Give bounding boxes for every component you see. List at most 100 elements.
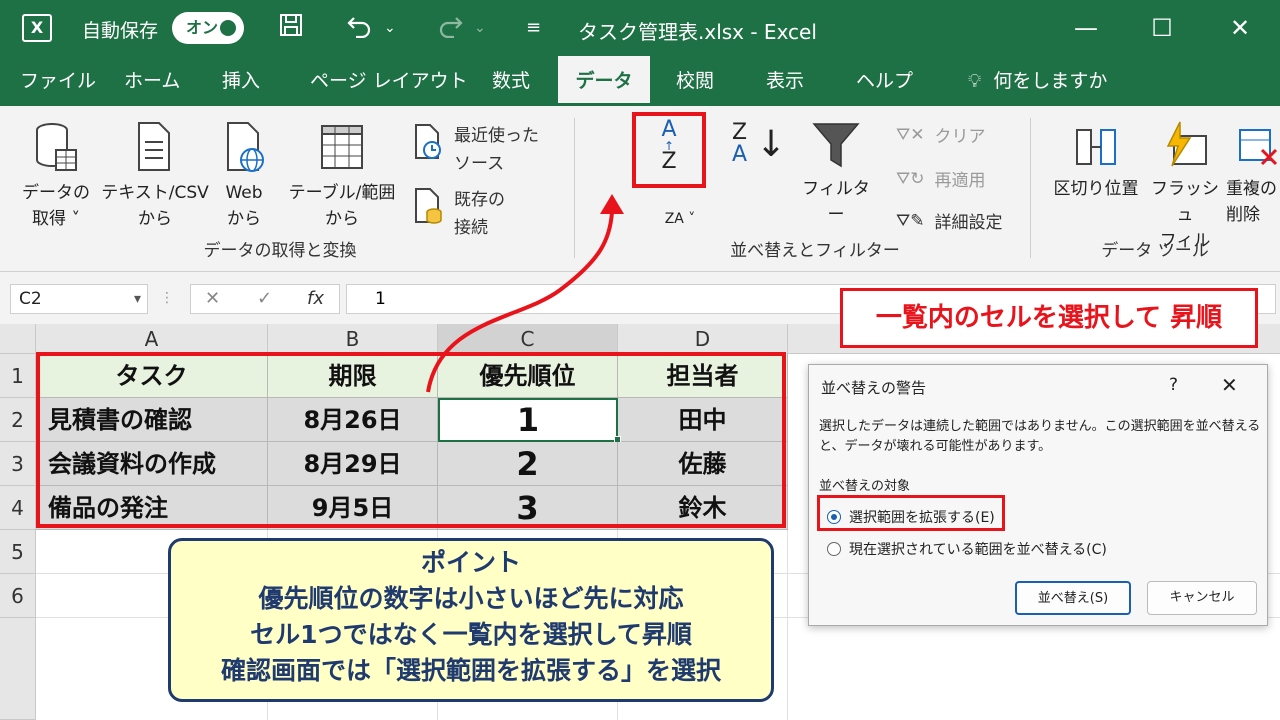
clear-filter-icon: ⛛✕ (896, 124, 925, 145)
group-separator (1030, 118, 1031, 258)
remove-duplicates-label-1: 重複の (1226, 179, 1277, 199)
row-header-5[interactable]: 5 (0, 530, 36, 574)
undo-icon[interactable] (346, 12, 374, 46)
document-title: タスク管理表.xlsx - Excel (578, 20, 817, 44)
filter-label: フィルター (802, 179, 870, 225)
tab-page-layout[interactable]: ページ レイアウト (310, 56, 468, 106)
insert-function-icon[interactable]: fx (307, 285, 324, 313)
tab-insert[interactable]: 挿入 (222, 56, 260, 106)
column-header-c[interactable]: C (438, 324, 618, 354)
ribbon-data: データの 取得 ˅ テキスト/CSV から Web から テーブル/範囲 から … (0, 106, 1280, 272)
dialog-cancel-button[interactable]: キャンセル (1147, 581, 1257, 615)
formula-buttons: ✕ ✓ fx (190, 284, 340, 314)
recent-sources-button[interactable]: 最近使った ソース (412, 122, 539, 178)
filter-funnel-icon (812, 123, 860, 168)
maximize-icon[interactable]: ☐ (1142, 10, 1182, 46)
get-data-label-1: データの (22, 183, 90, 203)
quick-access-more-icon[interactable]: ≡ (526, 12, 541, 44)
help-icon[interactable]: ? (1169, 375, 1178, 395)
group-label-get-transform: データの取得と変換 (203, 241, 357, 261)
tab-view[interactable]: 表示 (766, 56, 804, 106)
filter-button[interactable]: フィルター (798, 120, 874, 228)
advanced-filter-button[interactable]: ⛛✎ 詳細設定 (896, 208, 1003, 234)
redo-dropdown-icon[interactable]: ⌄ (474, 12, 486, 44)
get-data-button[interactable]: データの 取得 ˅ (22, 120, 90, 232)
sort-warning-dialog: 並べ替えの警告 ? ✕ 選択したデータは連続した範囲ではありません。この選択範囲… (808, 364, 1268, 626)
flash-fill-icon (1166, 121, 1207, 167)
autosave-toggle[interactable]: オン (172, 12, 244, 44)
web-globe-icon (227, 122, 264, 172)
existing-connections-icon (415, 188, 442, 224)
row-header-3[interactable]: 3 (0, 442, 36, 486)
highlight-sort-ascending (632, 112, 706, 188)
cancel-icon[interactable]: ✕ (205, 285, 220, 313)
minimize-icon[interactable]: — (1066, 10, 1106, 46)
tab-formulas[interactable]: 数式 (492, 56, 530, 106)
radio-unselected-icon (827, 542, 841, 556)
tab-review[interactable]: 校閲 (676, 56, 714, 106)
sort-button[interactable]: ZA ˅ (650, 206, 710, 232)
clear-filter-button[interactable]: ⛛✕ クリア (896, 122, 986, 148)
radio-current-selection[interactable]: 現在選択されている範囲を並べ替える(C) (827, 539, 1107, 559)
point-line-2: セル1つではなく一覧内を選択して昇順 (250, 620, 692, 649)
select-all-corner[interactable] (0, 324, 36, 354)
ribbon-tabs: ファイル ホーム 挿入 ページ レイアウト 数式 データ 校閲 表示 ヘルプ 💡… (0, 56, 1280, 106)
column-header-b[interactable]: B (268, 324, 438, 354)
autosave-state: オン (186, 18, 219, 37)
point-line-1: 優先順位の数字は小さいほど先に対応 (258, 584, 684, 613)
column-header-d[interactable]: D (618, 324, 788, 354)
tab-help[interactable]: ヘルプ (856, 56, 913, 106)
tab-file[interactable]: ファイル (20, 56, 96, 106)
text-to-columns-label: 区切り位置 (1053, 179, 1139, 199)
text-file-icon (138, 122, 170, 171)
recent-sources-label-2: ソース (454, 154, 505, 174)
name-box[interactable]: C2 (10, 284, 148, 314)
row-header-2[interactable]: 2 (0, 398, 36, 442)
table-icon (321, 125, 363, 169)
flash-fill-button[interactable]: フラッシュ フィル (1148, 120, 1222, 254)
row-header-6[interactable]: 6 (0, 574, 36, 618)
remove-duplicates-button[interactable]: 重複の 削除 (1226, 120, 1280, 228)
down-arrow-icon: ↓ (756, 124, 787, 165)
enter-icon[interactable]: ✓ (257, 285, 272, 313)
from-text-csv-button[interactable]: テキスト/CSV から (100, 120, 210, 232)
get-data-label-2: 取得 ˅ (32, 209, 80, 229)
radio-current-label: 現在選択されている範囲を並べ替える(C) (849, 542, 1107, 558)
row-header-4[interactable]: 4 (0, 486, 36, 530)
tell-me-search[interactable]: 💡︎ 何をしますか (968, 56, 1107, 106)
text-to-columns-button[interactable]: 区切り位置 (1046, 120, 1146, 202)
point-line-3: 確認画面では「選択範囲を拡張する」を選択 (220, 656, 721, 685)
group-separator (574, 118, 575, 258)
row-header-7[interactable] (0, 618, 36, 720)
existing-connections-button[interactable]: 既存の 接続 (412, 186, 505, 242)
dialog-close-icon[interactable]: ✕ (1221, 373, 1238, 397)
from-table-range-button[interactable]: テーブル/範囲 から (282, 120, 402, 232)
column-header-a[interactable]: A (36, 324, 268, 354)
tab-data[interactable]: データ (558, 56, 650, 106)
save-icon[interactable] (278, 12, 304, 46)
row-header-1[interactable]: 1 (0, 354, 36, 398)
text-to-columns-icon (1076, 129, 1116, 165)
advanced-label: 詳細設定 (934, 213, 1003, 233)
existing-connections-label-1: 既存の (454, 190, 505, 210)
advanced-filter-icon: ⛛✎ (896, 210, 925, 231)
database-icon (36, 123, 77, 171)
sort-descending-button[interactable]: Z A ↓ (726, 122, 786, 166)
excel-window: X 自動保存 オン ⌄ ⌄ ≡ タスク管理表.xlsx - Excel — ☐ … (0, 0, 1280, 720)
reapply-button[interactable]: ⛛↻ 再適用 (896, 166, 986, 192)
flash-fill-label-1: フラッシュ (1151, 179, 1219, 225)
recent-sources-icon (415, 124, 441, 159)
point-title: ポイント (420, 548, 521, 577)
from-text-csv-label-2: から (138, 209, 172, 229)
lightbulb-icon: 💡︎ (968, 70, 982, 92)
remove-duplicates-icon (1239, 129, 1278, 166)
undo-dropdown-icon[interactable]: ⌄ (384, 12, 396, 44)
tab-home[interactable]: ホーム (124, 56, 180, 106)
close-icon[interactable]: ✕ (1220, 10, 1260, 46)
sort-ascending-callout: 一覧内のセルを選択して 昇順 (840, 288, 1258, 348)
dialog-sort-button[interactable]: 並べ替え(S) (1015, 581, 1131, 615)
redo-icon[interactable] (436, 12, 464, 46)
sort-target-group-label: 並べ替えの対象 (819, 479, 911, 494)
from-web-button[interactable]: Web から (214, 120, 274, 232)
remove-duplicates-label-2: 削除 (1226, 205, 1260, 225)
